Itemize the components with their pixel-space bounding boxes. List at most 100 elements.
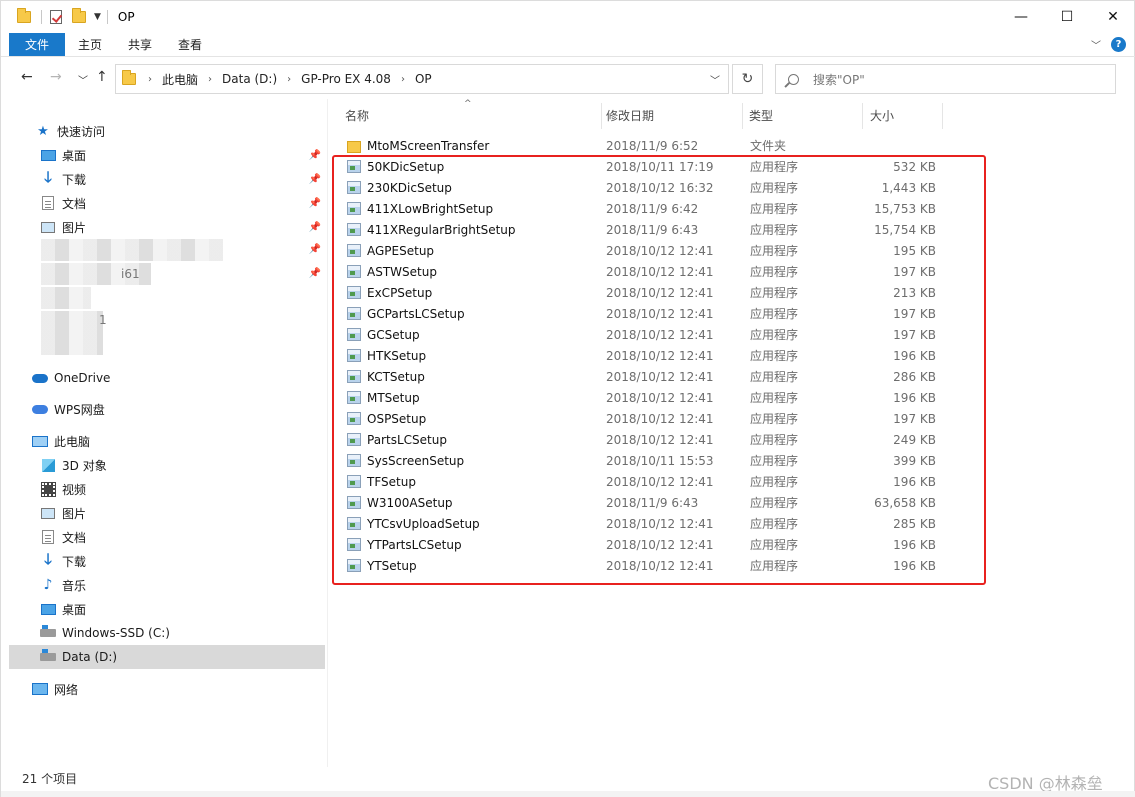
up-button[interactable]: ↑ (96, 69, 108, 85)
tab-view[interactable]: 查看 (165, 33, 215, 56)
drive-icon (40, 625, 56, 640)
file-date: 2018/11/9 6:52 (606, 138, 699, 153)
sidebar-item-pc-documents[interactable]: 文档 (9, 525, 325, 549)
ribbon-right-controls: ﹀ ? (1091, 37, 1126, 52)
item-count: 21 个项目 (22, 772, 78, 786)
desktop-icon (40, 148, 56, 162)
new-folder-icon[interactable] (72, 8, 88, 25)
forward-button[interactable]: → (50, 69, 62, 85)
sidebar-label: 3D 对象 (62, 458, 107, 473)
highlight-annotation-box (332, 155, 986, 585)
redacted-sidebar-item[interactable] (41, 311, 103, 333)
breadcrumb-separator-icon[interactable]: › (148, 74, 152, 85)
explorer-window: ▼ OP — ☐ ✕ 文件 主页 共享 查看 ﹀ ? ← → ﹀ ↑ › 此电脑… (0, 0, 1135, 797)
breadcrumb-separator-icon[interactable]: › (287, 74, 291, 85)
breadcrumb-op[interactable]: OP (415, 72, 432, 86)
pane-divider[interactable] (327, 99, 328, 767)
sidebar-item-3d-objects[interactable]: 3D 对象 (9, 453, 325, 477)
sidebar-item-onedrive[interactable]: OneDrive (9, 366, 325, 390)
file-name-cell: MtoMScreenTransfer (347, 139, 489, 153)
folder-icon (17, 8, 33, 25)
breadcrumb-this-pc[interactable]: 此电脑 (162, 71, 198, 88)
desktop-icon (40, 602, 56, 616)
sidebar-item-videos[interactable]: 视频 (9, 477, 325, 501)
drive-icon (40, 649, 56, 664)
sidebar-label: 图片 (62, 220, 87, 235)
sidebar-item-pc-pictures[interactable]: 图片 (9, 501, 325, 525)
sidebar-item-downloads[interactable]: 🡓 下载 📌 (9, 167, 325, 191)
maximize-button[interactable]: ☐ (1044, 1, 1090, 33)
sidebar-item-this-pc[interactable]: 此电脑 (9, 429, 325, 453)
file-row[interactable]: MtoMScreenTransfer 2018/11/9 6:52 文件夹 (337, 135, 1127, 156)
address-bar[interactable]: › 此电脑 › Data (D:) › GP-Pro EX 4.08 › OP … (115, 64, 729, 94)
column-header-size[interactable]: 大小 (862, 99, 942, 131)
address-history-dropdown-icon[interactable]: ﹀ (710, 72, 720, 87)
sidebar-label: 音乐 (62, 578, 87, 593)
sidebar-label: Windows-SSD (C:) (62, 626, 170, 640)
ribbon-tabs: 文件 主页 共享 查看 ﹀ ? (1, 33, 1135, 57)
window-title: OP (117, 10, 135, 24)
column-header-type[interactable]: 类型 (741, 99, 861, 131)
wps-cloud-icon (32, 402, 48, 416)
breadcrumb-separator-icon[interactable]: › (208, 74, 212, 85)
redacted-sidebar-item[interactable] (41, 239, 223, 261)
redacted-label-fragment: i61 (121, 267, 140, 281)
pin-icon: 📌 (308, 268, 321, 279)
expand-ribbon-icon[interactable]: ﹀ (1091, 37, 1101, 52)
pin-icon: 📌 (308, 244, 321, 255)
sidebar-label: OneDrive (54, 371, 111, 385)
quick-access-toolbar: ▼ OP (17, 1, 135, 33)
download-icon: 🡓 (44, 167, 52, 186)
address-folder-icon (122, 70, 136, 85)
sidebar-label: WPS网盘 (54, 402, 105, 417)
sidebar-item-desktop[interactable]: 桌面 📌 (9, 143, 325, 167)
close-button[interactable]: ✕ (1090, 1, 1135, 33)
toolbar-divider (41, 10, 42, 24)
minimize-button[interactable]: — (998, 1, 1044, 33)
pin-icon: 📌 (308, 149, 321, 161)
sidebar-item-drive-c[interactable]: Windows-SSD (C:) (9, 621, 325, 645)
sidebar-item-wps[interactable]: WPS网盘 (9, 397, 325, 421)
sidebar-label: 下载 (62, 554, 87, 569)
redacted-sidebar-item[interactable] (41, 287, 91, 309)
sidebar-item-quick-access[interactable]: ★ 快速访问 (9, 119, 325, 143)
sidebar-label: 网络 (54, 682, 79, 697)
sidebar-label: 桌面 (62, 148, 87, 163)
sidebar-item-pictures[interactable]: 图片 📌 (9, 215, 325, 239)
tab-file[interactable]: 文件 (9, 33, 65, 56)
music-note-icon: ♪ (43, 577, 53, 593)
film-icon (40, 481, 56, 497)
customize-toolbar-caret-icon[interactable]: ▼ (94, 12, 101, 22)
picture-icon (40, 506, 56, 520)
breadcrumb-data-d[interactable]: Data (D:) (222, 72, 277, 86)
picture-icon (40, 220, 56, 234)
sidebar-item-documents[interactable]: 文档 📌 (9, 191, 325, 215)
sidebar-item-drive-d[interactable]: Data (D:) (9, 645, 325, 669)
search-box[interactable]: 搜索"OP" (775, 64, 1116, 94)
column-header-name[interactable]: 名称 (337, 99, 601, 131)
tab-share[interactable]: 共享 (115, 33, 165, 56)
back-button[interactable]: ← (21, 69, 33, 85)
column-divider[interactable] (942, 103, 943, 129)
breadcrumb-gp-pro[interactable]: GP-Pro EX 4.08 (301, 72, 391, 86)
computer-icon (32, 434, 48, 448)
file-type: 文件夹 (750, 139, 787, 153)
refresh-button[interactable]: ↻ (732, 64, 763, 94)
sidebar-item-pc-downloads[interactable]: 🡓 下载 (9, 549, 325, 573)
breadcrumb-separator-icon[interactable]: › (401, 74, 405, 85)
redacted-sidebar-item[interactable] (41, 333, 103, 355)
column-header-date[interactable]: 修改日期 (598, 99, 742, 131)
tab-home[interactable]: 主页 (65, 33, 115, 56)
bottom-strip (1, 791, 1135, 797)
properties-icon[interactable] (50, 9, 66, 25)
sidebar-item-network[interactable]: 网络 (9, 677, 325, 701)
help-icon[interactable]: ? (1111, 37, 1126, 52)
sidebar-item-pc-desktop[interactable]: 桌面 (9, 597, 325, 621)
star-icon: ★ (37, 123, 49, 139)
recent-locations-icon[interactable]: ﹀ (78, 72, 88, 87)
title-divider (106, 10, 108, 24)
cloud-icon (32, 371, 48, 385)
sidebar-item-music[interactable]: ♪ 音乐 (9, 573, 325, 597)
pin-icon: 📌 (308, 197, 321, 209)
sidebar-label: 此电脑 (54, 434, 91, 449)
